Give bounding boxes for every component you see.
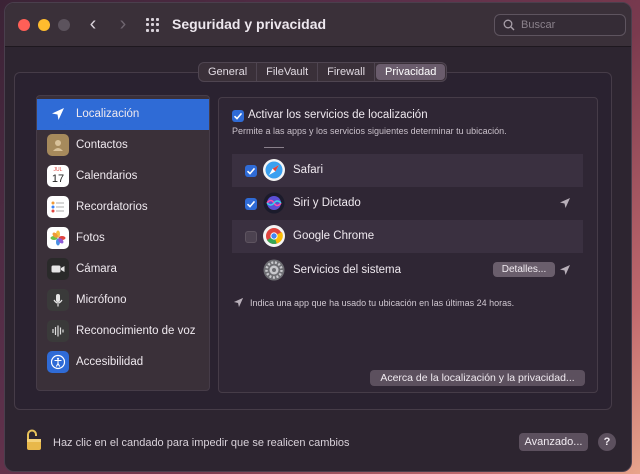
- sidebar-item-label: Contactos: [76, 139, 128, 151]
- accessibility-icon: [47, 351, 69, 373]
- sidebar-item-fotos[interactable]: Fotos: [37, 223, 209, 254]
- sidebar-item-label: Reconocimiento de voz: [76, 325, 196, 337]
- app-name: Siri y Dictado: [293, 197, 361, 209]
- sidebar-item-label: Recordatorios: [76, 201, 148, 213]
- app-row-siri: Siri y Dictado: [232, 187, 583, 220]
- sidebar-item-label: Accesibilidad: [76, 356, 144, 368]
- tab-privacidad[interactable]: Privacidad: [376, 64, 446, 80]
- safari-checkbox[interactable]: [245, 165, 257, 177]
- sidebar-item-calendarios[interactable]: JUL 17 Calendarios: [37, 161, 209, 192]
- siri-orb-icon: [263, 192, 285, 214]
- sidebar-item-microfono[interactable]: Micrófono: [37, 285, 209, 316]
- minimize-window-button[interactable]: [38, 19, 50, 31]
- sidebar-item-contactos[interactable]: Contactos: [37, 130, 209, 161]
- tab-filevault[interactable]: FileVault: [257, 63, 319, 81]
- titlebar: ‹ › Seguridad y privacidad: [5, 3, 631, 47]
- app-row-chrome: Google Chrome: [232, 220, 583, 253]
- advanced-button[interactable]: Avanzado...: [519, 433, 588, 451]
- sidebar-item-label: Localización: [76, 108, 140, 120]
- chrome-checkbox[interactable]: [245, 231, 257, 243]
- close-window-button[interactable]: [18, 19, 30, 31]
- app-name: Google Chrome: [293, 230, 375, 242]
- search-input[interactable]: [521, 17, 621, 33]
- location-arrow-icon: [47, 103, 69, 125]
- zoom-window-button[interactable]: [58, 19, 70, 31]
- sidebar-item-camara[interactable]: Cámara: [37, 254, 209, 285]
- enable-location-checkbox[interactable]: [232, 110, 244, 122]
- recent-use-hint: Indica una app que ha usado tu ubicación…: [250, 298, 515, 308]
- camera-icon: [47, 258, 69, 280]
- reminders-icon: [47, 196, 69, 218]
- unlocked-padlock-icon[interactable]: [24, 428, 44, 452]
- location-description: Permite a las apps y los servicios sigui…: [232, 126, 507, 136]
- sidebar-item-reconocimiento-de-voz[interactable]: Reconocimiento de voz: [37, 316, 209, 347]
- gear-icon: [263, 259, 285, 281]
- list-scroll-indicator: [264, 147, 284, 148]
- tab-bar: General FileVault Firewall Privacidad: [198, 62, 448, 82]
- contacts-book-icon: [47, 134, 69, 156]
- lock-instruction-text: Haz clic en el candado para impedir que …: [53, 437, 350, 449]
- recent-location-arrow-icon: [560, 265, 570, 275]
- privacy-sidebar: Localización Contactos JUL 17 Calendario…: [36, 95, 210, 391]
- sidebar-item-label: Micrófono: [76, 294, 127, 306]
- details-button[interactable]: Detalles...: [493, 262, 555, 277]
- siri-checkbox[interactable]: [245, 198, 257, 210]
- enable-location-label: Activar los servicios de localización: [248, 109, 428, 121]
- tab-firewall[interactable]: Firewall: [318, 63, 376, 81]
- chrome-icon: [263, 225, 285, 247]
- voice-waveform-icon: [47, 320, 69, 342]
- sidebar-item-label: Calendarios: [76, 170, 138, 182]
- search-field[interactable]: [494, 14, 626, 36]
- app-name: Servicios del sistema: [293, 264, 402, 276]
- sidebar-item-label: Fotos: [76, 232, 105, 244]
- microphone-icon: [47, 289, 69, 311]
- recent-location-arrow-icon: [560, 198, 570, 208]
- about-location-privacy-button[interactable]: Acerca de la localización y la privacida…: [370, 370, 585, 386]
- search-icon: [503, 19, 515, 31]
- back-button[interactable]: ‹: [83, 13, 103, 37]
- show-all-grid-icon[interactable]: [146, 18, 160, 32]
- sidebar-item-localizacion[interactable]: Localización: [37, 99, 209, 130]
- app-row-safari: Safari: [232, 154, 583, 187]
- sidebar-item-recordatorios[interactable]: Recordatorios: [37, 192, 209, 223]
- tab-general[interactable]: General: [199, 63, 258, 81]
- forward-button[interactable]: ›: [113, 13, 133, 37]
- location-arrow-hint-icon: [233, 297, 244, 308]
- help-button[interactable]: ?: [598, 433, 616, 451]
- calendar-icon: JUL 17: [47, 165, 69, 187]
- app-name: Safari: [293, 164, 324, 176]
- window-title: Seguridad y privacidad: [172, 16, 327, 32]
- sidebar-item-label: Cámara: [76, 263, 117, 275]
- sidebar-item-accesibilidad[interactable]: Accesibilidad: [37, 347, 209, 378]
- safari-compass-icon: [263, 159, 285, 181]
- photos-flower-icon: [47, 227, 69, 249]
